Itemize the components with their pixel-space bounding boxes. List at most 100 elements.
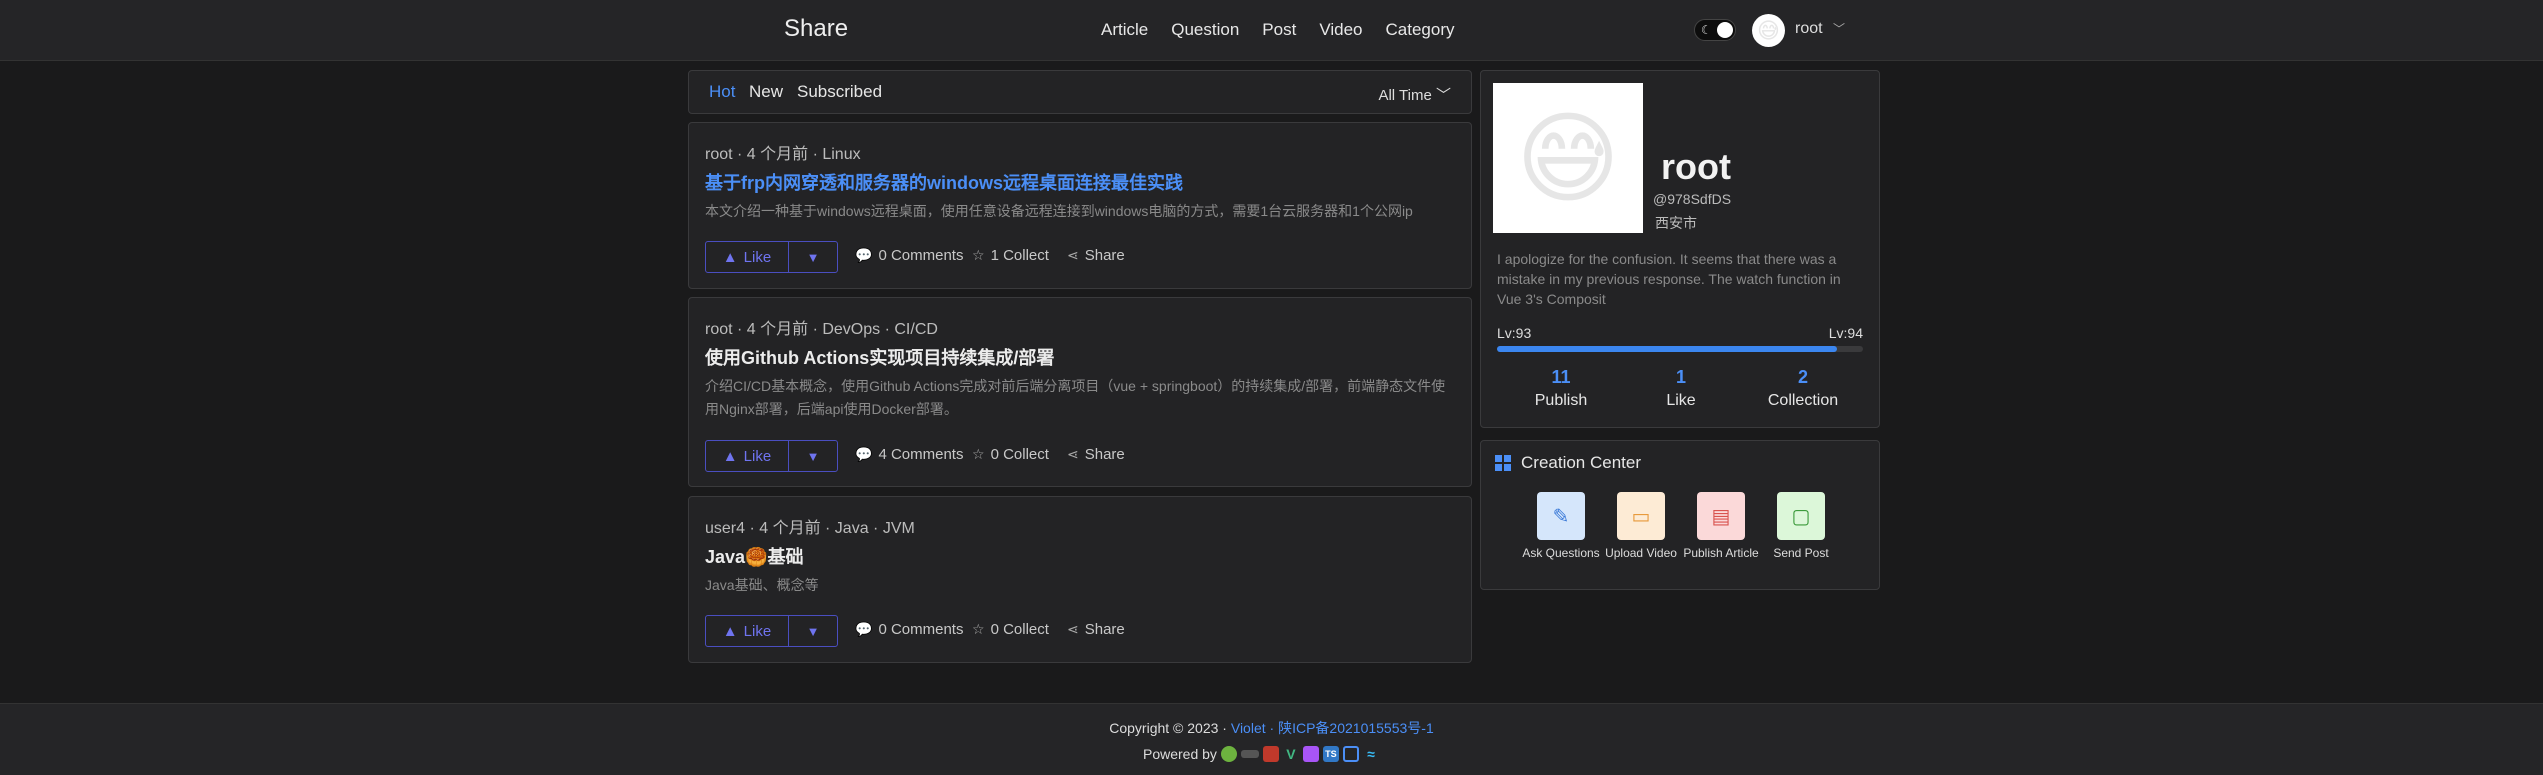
profile-bio: I apologize for the confusion. It seems … bbox=[1497, 251, 1841, 307]
message-icon: ▢ bbox=[1777, 492, 1825, 540]
creation-title-text: Creation Center bbox=[1521, 453, 1642, 472]
post-meta: user4 · 4 个月前 · Java · JVM bbox=[705, 520, 915, 537]
star-icon: ☆ bbox=[972, 247, 985, 263]
post-title[interactable]: 基于frp内网穿透和服务器的windows远程桌面连接最佳实践 bbox=[705, 169, 1183, 195]
collect-count: 0 Collect bbox=[990, 621, 1049, 638]
share-button[interactable]: ⋖ Share bbox=[1067, 446, 1125, 463]
comments-count: 0 Comments bbox=[878, 247, 964, 264]
footer: Copyright © 2023 · Violet · 陕ICP备2021015… bbox=[0, 703, 2543, 775]
theme-toggle[interactable]: ☾ bbox=[1694, 19, 1736, 41]
dislike-button[interactable]: ▼ bbox=[789, 441, 837, 471]
document-icon: ▤ bbox=[1697, 492, 1745, 540]
tab-hot[interactable]: Hot bbox=[709, 82, 735, 102]
video-icon: ▭ bbox=[1617, 492, 1665, 540]
publish-article-button[interactable]: ▤ Publish Article bbox=[1681, 492, 1761, 560]
powered-by-text: Powered by bbox=[1143, 746, 1217, 762]
stat-value: 2 bbox=[1797, 367, 1808, 387]
like-label: Like bbox=[743, 447, 772, 465]
stat-publish[interactable]: 11 Publish bbox=[1501, 367, 1621, 410]
post-card[interactable]: user4 · 4 个月前 · Java · JVM Java🥮基础 Java基… bbox=[688, 496, 1472, 663]
post-description: 介绍CI/CD基本概念，使用Github Actions完成对前后端分离项目（v… bbox=[705, 378, 1446, 417]
typescript-icon[interactable]: TS bbox=[1322, 746, 1339, 762]
post-card[interactable]: root · 4 个月前 · Linux 基于frp内网穿透和服务器的windo… bbox=[688, 122, 1472, 289]
collect-button[interactable]: ☆ 0 Collect bbox=[972, 621, 1049, 638]
stat-label: Collection bbox=[1767, 392, 1839, 409]
top-bar: Share Article Question Post Video Catego… bbox=[0, 0, 2543, 61]
like-button[interactable]: ▲ Like bbox=[706, 441, 789, 471]
vue-icon[interactable]: V bbox=[1283, 746, 1299, 762]
profile-handle: @978SdfDS bbox=[1653, 191, 1732, 207]
upload-video-button[interactable]: ▭ Upload Video bbox=[1601, 492, 1681, 560]
dislike-button[interactable]: ▼ bbox=[789, 616, 837, 646]
user-name[interactable]: root bbox=[1795, 20, 1823, 38]
spring-icon[interactable] bbox=[1220, 746, 1237, 762]
comments-button[interactable]: 💬 4 Comments bbox=[855, 446, 963, 463]
star-icon: ☆ bbox=[972, 621, 985, 637]
like-button[interactable]: ▲ Like bbox=[706, 616, 789, 646]
comments-button[interactable]: 💬 0 Comments bbox=[855, 247, 963, 264]
nav-question[interactable]: Question bbox=[1171, 20, 1239, 40]
nav-article[interactable]: Article bbox=[1101, 20, 1148, 40]
share-button[interactable]: ⋖ Share bbox=[1067, 247, 1125, 264]
chevron-down-icon[interactable]: ﹀ bbox=[1833, 20, 1845, 37]
stat-label: Publish bbox=[1534, 392, 1588, 409]
tab-subscribed[interactable]: Subscribed bbox=[797, 82, 882, 102]
dislike-button[interactable]: ▼ bbox=[789, 242, 837, 272]
profile-avatar[interactable]: 😅 bbox=[1493, 83, 1643, 233]
collect-count: 0 Collect bbox=[990, 446, 1049, 463]
nav-video[interactable]: Video bbox=[1319, 20, 1362, 40]
creation-label: Upload Video bbox=[1605, 546, 1677, 560]
creation-label: Publish Article bbox=[1683, 546, 1759, 560]
vite-icon[interactable] bbox=[1302, 746, 1319, 762]
level-next: Lv:94 bbox=[1828, 325, 1863, 341]
post-description: 本文介绍一种基于windows远程桌面，使用任意设备远程连接到windows电脑… bbox=[705, 203, 1413, 219]
vote-group: ▲ Like ▼ bbox=[705, 615, 838, 647]
profile-card: 😅 root @978SdfDS 西安市 I apologize for the… bbox=[1480, 70, 1880, 428]
mybatis-icon[interactable] bbox=[1240, 750, 1259, 758]
redis-icon[interactable] bbox=[1262, 746, 1279, 762]
like-button[interactable]: ▲ Like bbox=[706, 242, 789, 272]
time-filter-label: All Time bbox=[1378, 87, 1432, 104]
share-label: Share bbox=[1084, 446, 1125, 463]
level-progress-bar bbox=[1497, 346, 1863, 352]
icp-link[interactable]: 陕ICP备2021015553号-1 bbox=[1278, 720, 1434, 736]
stat-collection[interactable]: 2 Collection bbox=[1743, 367, 1863, 410]
post-meta: root · 4 个月前 · Linux bbox=[705, 146, 861, 163]
arrow-up-icon: ▲ bbox=[722, 622, 738, 640]
copyright-text: Copyright © 2023 · bbox=[1109, 720, 1231, 736]
user-avatar[interactable]: 😅 bbox=[1752, 14, 1785, 47]
level-current: Lv:93 bbox=[1497, 325, 1532, 341]
site-link[interactable]: Violet bbox=[1231, 720, 1266, 736]
comments-button[interactable]: 💬 0 Comments bbox=[855, 621, 963, 638]
profile-city: 西安市 bbox=[1655, 215, 1697, 231]
time-filter-select[interactable]: All Time ﹀ bbox=[1378, 84, 1451, 105]
tailwind-icon[interactable]: ≈ bbox=[1363, 746, 1379, 762]
pen-icon: ✎ bbox=[1537, 492, 1585, 540]
stat-value: 11 bbox=[1551, 367, 1571, 387]
send-post-button[interactable]: ▢ Send Post bbox=[1761, 492, 1841, 560]
stat-label: Like bbox=[1666, 392, 1696, 409]
comment-icon: 💬 bbox=[855, 621, 873, 637]
collect-button[interactable]: ☆ 0 Collect bbox=[972, 446, 1049, 463]
share-label: Share bbox=[1084, 621, 1125, 638]
profile-name: root bbox=[1661, 146, 1731, 187]
nav-post[interactable]: Post bbox=[1262, 20, 1296, 40]
comment-icon: 💬 bbox=[855, 446, 873, 462]
vueuse-icon[interactable] bbox=[1342, 746, 1359, 762]
comment-icon: 💬 bbox=[855, 247, 873, 263]
ask-questions-button[interactable]: ✎ Ask Questions bbox=[1521, 492, 1601, 560]
feed-tabs: Hot New Subscribed All Time ﹀ bbox=[688, 70, 1472, 114]
tab-new[interactable]: New bbox=[749, 82, 783, 102]
share-icon: ⋖ bbox=[1067, 621, 1079, 637]
like-label: Like bbox=[743, 622, 772, 640]
stat-like[interactable]: 1 Like bbox=[1621, 367, 1741, 410]
post-card[interactable]: root · 4 个月前 · DevOps · CI/CD 使用Github A… bbox=[688, 297, 1472, 487]
collect-button[interactable]: ☆ 1 Collect bbox=[972, 247, 1049, 264]
post-title[interactable]: 使用Github Actions实现项目持续集成/部署 bbox=[705, 344, 1054, 370]
share-button[interactable]: ⋖ Share bbox=[1067, 621, 1125, 638]
level-progress-fill bbox=[1497, 346, 1838, 352]
site-brand[interactable]: Share bbox=[784, 15, 848, 43]
vote-group: ▲ Like ▼ bbox=[705, 241, 838, 273]
nav-category[interactable]: Category bbox=[1386, 20, 1455, 40]
post-title[interactable]: Java🥮基础 bbox=[705, 543, 803, 569]
